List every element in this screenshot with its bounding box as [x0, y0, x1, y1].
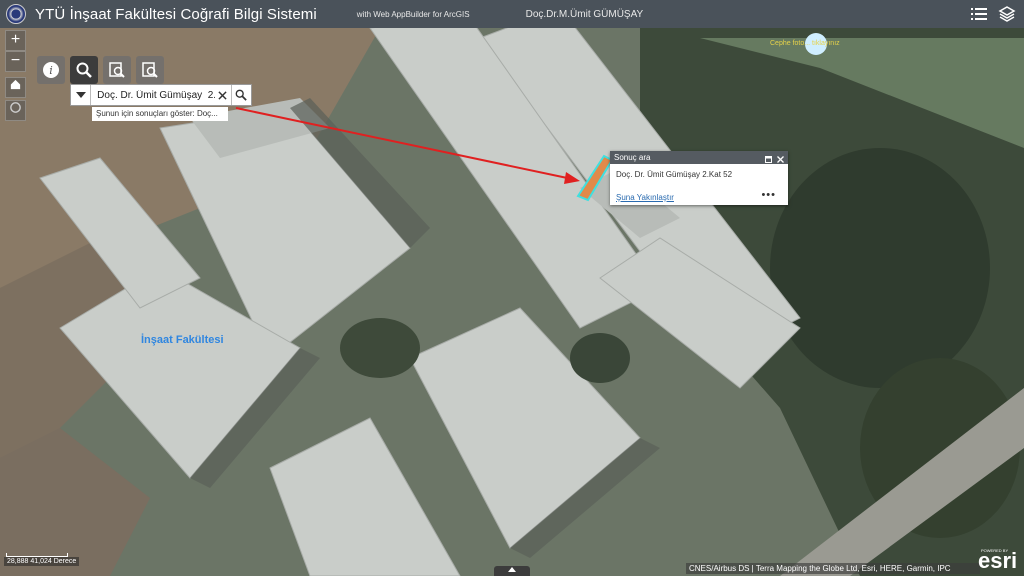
info-icon: i — [43, 62, 59, 78]
coordinate-readout: 28,888 41,024 Derece — [4, 557, 80, 566]
more-options-button[interactable]: ••• — [761, 189, 776, 201]
query-icon — [109, 62, 125, 78]
search-suggestion[interactable]: Şunun için sonuçları göster: Doç... — [92, 107, 228, 121]
zoom-in-button[interactable]: + — [5, 30, 26, 51]
university-logo — [6, 4, 26, 24]
app-title: YTÜ İnşaat Fakültesi Coğrafi Bilgi Siste… — [35, 5, 317, 23]
zoom-out-button[interactable]: − — [5, 51, 26, 72]
close-icon — [218, 90, 228, 100]
zoom-to-link[interactable]: Şuna Yakınlaştır — [616, 193, 674, 202]
app-subtitle: with Web AppBuilder for ArcGIS — [356, 9, 470, 19]
search-tool-button[interactable] — [70, 56, 98, 84]
expand-panel-button[interactable] — [494, 566, 530, 576]
building-label: İnşaat Fakültesi — [141, 334, 224, 346]
search-widget — [70, 84, 252, 106]
close-icon[interactable] — [777, 154, 784, 167]
locate-button[interactable] — [5, 100, 26, 121]
query-button-2[interactable] — [136, 56, 164, 84]
home-button[interactable] — [5, 77, 26, 98]
chevron-up-icon — [508, 567, 516, 572]
esri-logo[interactable]: esri — [978, 548, 1017, 574]
search-result-popup: Sonuç ara Doç. Dr. Ümit Gümüşay 2.Kat 52… — [610, 151, 788, 205]
search-icon — [76, 62, 92, 78]
search-source-dropdown[interactable] — [71, 85, 92, 105]
query-button[interactable] — [103, 56, 131, 84]
popup-header: Sonuç ara — [610, 151, 788, 164]
map-attribution: CNES/Airbus DS | Terra Mapping the Globe… — [686, 563, 980, 574]
search-submit-button[interactable] — [230, 85, 251, 105]
home-icon — [10, 79, 21, 90]
layers-icon[interactable] — [998, 5, 1016, 23]
search-input[interactable] — [91, 85, 216, 105]
app-header: YTÜ İnşaat Fakültesi Coğrafi Bilgi Siste… — [0, 0, 1024, 28]
search-icon — [236, 89, 248, 101]
facade-photo-label[interactable]: Cephe foto... tıklayınız — [770, 40, 840, 47]
list-icon[interactable] — [970, 5, 988, 23]
info-button[interactable]: i — [37, 56, 65, 84]
author-name: Doç.Dr.M.Ümit GÜMÜŞAY — [525, 8, 644, 20]
popup-content: Doç. Dr. Ümit Gümüşay 2.Kat 52 — [616, 170, 733, 179]
clear-search-button[interactable] — [215, 85, 231, 105]
chevron-down-icon — [75, 92, 86, 98]
locate-icon — [10, 102, 21, 113]
maximize-icon[interactable] — [765, 154, 772, 167]
popup-title: Sonuç ara — [614, 153, 651, 162]
svg-text:i: i — [49, 64, 53, 77]
query-icon-2 — [142, 62, 158, 78]
